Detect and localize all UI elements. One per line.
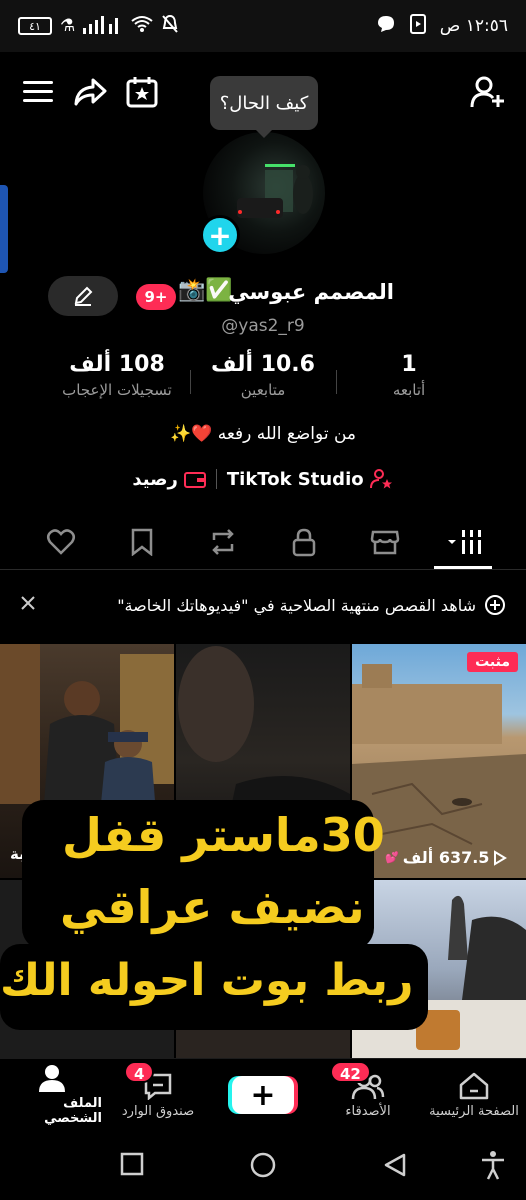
divider bbox=[215, 469, 217, 489]
banner-content: شاهد القصص منتهية الصلاحية في "فيديوهاتك… bbox=[117, 594, 506, 616]
followers-stat[interactable]: 10.6 ألف متابعين bbox=[188, 352, 338, 399]
nav-home-label: الصفحة الرئيسية bbox=[429, 1103, 519, 1119]
heart-icon bbox=[46, 529, 75, 555]
circle-icon bbox=[250, 1152, 276, 1178]
play-icon bbox=[494, 849, 508, 866]
nav-friends[interactable]: الأصدقاء 42 bbox=[318, 1059, 418, 1131]
view-count-text: 637.5 ألف bbox=[402, 848, 490, 867]
nav-create[interactable]: + bbox=[213, 1059, 313, 1131]
tab-private[interactable] bbox=[276, 517, 332, 567]
following-count: 1 bbox=[401, 352, 417, 377]
following-label: أتابعه bbox=[392, 381, 426, 399]
name-emojis: 📸✅ bbox=[178, 278, 233, 303]
status-bar: ٤١ ⚗ ١٢:٥٦ ص bbox=[0, 0, 526, 52]
followers-label: متابعين bbox=[240, 381, 286, 399]
likes-stat[interactable]: 108 ألف تسجيلات الإعجاب bbox=[42, 352, 192, 399]
plus-icon: + bbox=[208, 218, 232, 252]
display-name: المصمم عبوسي bbox=[228, 280, 394, 304]
balance-label: رصيد bbox=[132, 468, 178, 490]
edit-profile-button[interactable] bbox=[48, 276, 118, 316]
square-icon bbox=[120, 1152, 144, 1176]
signal-icon bbox=[83, 14, 123, 38]
tiktok-studio-link[interactable]: TikTok Studio bbox=[227, 468, 394, 490]
calendar-star-icon bbox=[126, 77, 158, 108]
overlay-line-2: نضيف عراقي bbox=[60, 880, 365, 934]
tab-favorites[interactable] bbox=[114, 517, 170, 567]
profile-icon bbox=[39, 1065, 65, 1092]
add-story-button[interactable]: + bbox=[200, 215, 240, 255]
following-stat[interactable]: 1 أتابعه bbox=[334, 352, 484, 399]
profile-tabs bbox=[0, 516, 526, 568]
add-user-icon bbox=[470, 76, 504, 108]
repost-icon bbox=[211, 529, 234, 555]
create-button[interactable]: + bbox=[232, 1076, 294, 1114]
wifi-icon bbox=[131, 15, 153, 37]
mute-bell-icon bbox=[161, 14, 179, 38]
nav-home[interactable]: الصفحة الرئيسية bbox=[424, 1059, 524, 1131]
accessibility-button[interactable] bbox=[480, 1150, 506, 1184]
tabs-divider bbox=[0, 569, 526, 570]
creator-star-icon bbox=[369, 469, 392, 489]
overlay-line-1: 30ماستر قفل bbox=[62, 808, 385, 862]
username: @yas2_r9 bbox=[221, 316, 305, 336]
triangle-back-icon bbox=[384, 1153, 406, 1177]
status-tooltip[interactable]: كيف الحال؟ bbox=[210, 76, 318, 138]
system-navigation-bar bbox=[0, 1130, 526, 1200]
pencil-icon bbox=[74, 286, 93, 306]
clock: ١٢:٥٦ ص bbox=[439, 16, 508, 36]
studio-row: رصيد TikTok Studio bbox=[0, 468, 526, 490]
close-icon[interactable] bbox=[20, 595, 36, 615]
story-plus-icon bbox=[485, 595, 505, 615]
add-friend-button[interactable] bbox=[468, 72, 508, 112]
shop-icon bbox=[370, 530, 399, 555]
bookmark-icon bbox=[131, 528, 152, 556]
likes-label: تسجيلات الإعجاب bbox=[62, 381, 172, 399]
overlay-line-3: ربط بوت احوله الك bbox=[0, 955, 414, 1006]
home-icon bbox=[459, 1072, 489, 1099]
share-arrow-icon bbox=[74, 78, 107, 106]
side-edge-tab[interactable] bbox=[0, 185, 8, 273]
hamburger-icon bbox=[23, 81, 53, 102]
tab-reposts[interactable] bbox=[195, 517, 251, 567]
bottom-navigation: الملف الشخصي صندوق الوارد 4 + الأصدقاء 4… bbox=[0, 1058, 526, 1130]
notification-badge[interactable]: 9+ bbox=[136, 284, 176, 310]
nav-profile[interactable]: الملف الشخصي bbox=[2, 1059, 102, 1131]
chat-bubble-icon bbox=[376, 14, 396, 38]
battery-level: ٤١ bbox=[29, 19, 41, 33]
heart-emoji-icon: 💕 bbox=[385, 851, 399, 864]
tooltip-text: كيف الحال؟ bbox=[219, 92, 309, 114]
media-icon bbox=[409, 14, 426, 38]
friends-badge: 42 bbox=[330, 1061, 371, 1083]
back-button[interactable] bbox=[382, 1152, 408, 1182]
events-button[interactable] bbox=[122, 72, 162, 112]
followers-count: 10.6 ألف bbox=[211, 352, 315, 377]
likes-count: 108 ألف bbox=[69, 352, 165, 377]
menu-button[interactable] bbox=[18, 72, 58, 112]
accessibility-icon bbox=[482, 1151, 504, 1180]
nav-inbox[interactable]: صندوق الوارد 4 bbox=[108, 1059, 208, 1131]
nav-inbox-label: صندوق الوارد bbox=[121, 1103, 195, 1119]
home-system-button[interactable] bbox=[249, 1151, 277, 1183]
view-count: 💕 637.5 ألف bbox=[385, 848, 508, 867]
studio-label: TikTok Studio bbox=[226, 468, 364, 490]
tab-videos[interactable] bbox=[438, 517, 494, 567]
wallet-icon bbox=[183, 472, 206, 488]
inbox-badge: 4 bbox=[124, 1061, 155, 1083]
tab-liked[interactable] bbox=[33, 517, 89, 567]
expired-stories-banner[interactable]: شاهد القصص منتهية الصلاحية في "فيديوهاتك… bbox=[0, 576, 526, 634]
pinned-badge: مثبت bbox=[467, 652, 518, 672]
recents-button[interactable] bbox=[120, 1152, 144, 1180]
plus-icon: + bbox=[250, 1077, 276, 1113]
nav-profile-label: الملف الشخصي bbox=[44, 1096, 102, 1126]
tab-shop[interactable] bbox=[357, 517, 413, 567]
lock-icon bbox=[292, 528, 315, 557]
bio: من تواضع الله رفعه ❤️✨ bbox=[169, 424, 356, 444]
nav-friends-label: الأصدقاء bbox=[345, 1103, 391, 1119]
battery-icon: ٤١ bbox=[18, 17, 52, 35]
balance-link[interactable]: رصيد bbox=[132, 469, 206, 490]
share-profile-button[interactable] bbox=[70, 72, 110, 112]
flask-icon: ⚗ bbox=[60, 16, 76, 36]
banner-text: شاهد القصص منتهية الصلاحية في "فيديوهاتك… bbox=[117, 595, 476, 615]
grid-icon bbox=[447, 530, 481, 554]
